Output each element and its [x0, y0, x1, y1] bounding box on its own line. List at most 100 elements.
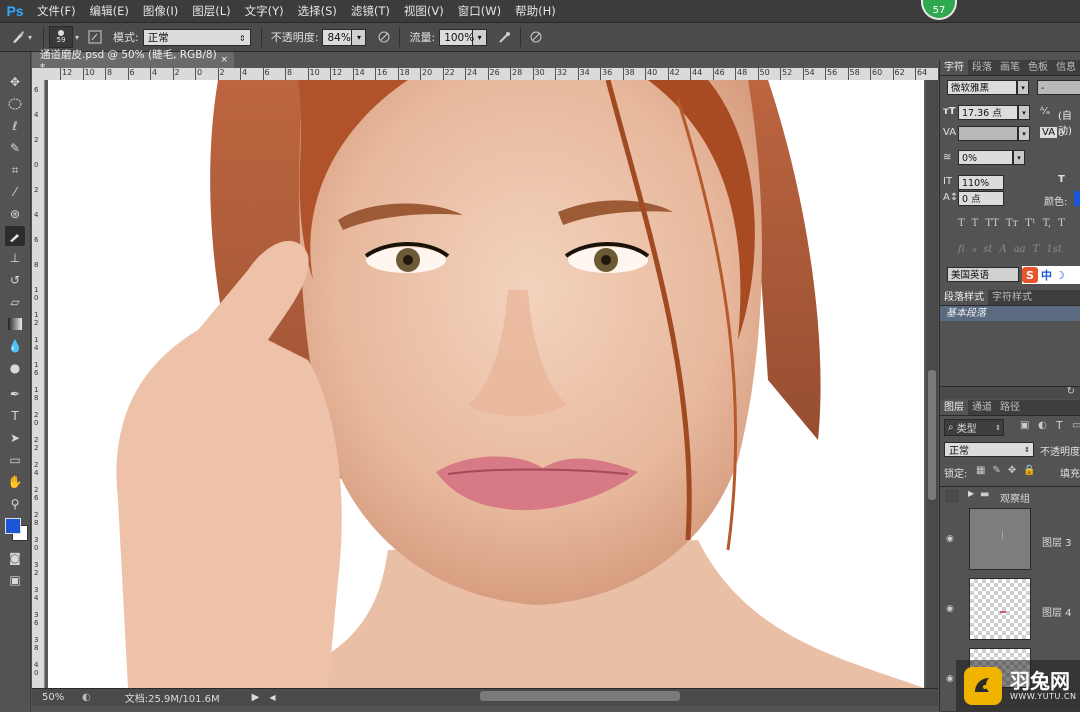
status-arrow-icon[interactable]: ▶: [252, 692, 260, 703]
ime-toolbar[interactable]: S 中 ☽: [1022, 266, 1080, 284]
opentype-button[interactable]: st: [983, 244, 992, 255]
horizontal-scroll-thumb[interactable]: [480, 691, 680, 701]
menu-item[interactable]: 图像(I): [136, 0, 185, 22]
lock-transparency-icon[interactable]: ▦: [976, 465, 985, 476]
path-selection-tool-icon[interactable]: ➤: [5, 428, 25, 448]
type-style-button[interactable]: T¹: [1025, 218, 1036, 229]
screen-mode-icon[interactable]: ▣: [5, 570, 25, 590]
filter-pixel-icon[interactable]: ▣: [1020, 420, 1029, 431]
pressure-opacity-icon[interactable]: [374, 27, 394, 47]
panel-tab[interactable]: 字符: [940, 60, 968, 75]
scroll-left-icon[interactable]: ◀: [269, 693, 275, 702]
panel-tab[interactable]: 字符样式: [988, 290, 1036, 305]
menu-item[interactable]: 视图(V): [397, 0, 451, 22]
tsume-dropdown-icon[interactable]: ▾: [1013, 150, 1025, 165]
font-family-select[interactable]: 微软雅黑: [947, 80, 1017, 95]
panel-tab[interactable]: 通道: [968, 400, 996, 415]
eyedropper-tool-icon[interactable]: ⁄: [5, 182, 25, 202]
menu-item[interactable]: 图层(L): [185, 0, 237, 22]
crop-tool-icon[interactable]: ⌗: [5, 160, 25, 180]
quick-selection-tool-icon[interactable]: ✎: [5, 138, 25, 158]
type-style-button[interactable]: T: [1058, 218, 1065, 229]
pressure-size-icon[interactable]: [526, 27, 546, 47]
move-tool-icon[interactable]: ✥: [5, 72, 25, 92]
document-tab[interactable]: 通道磨皮.psd @ 50% (睫毛, RGB/8) * ×: [32, 49, 234, 74]
blur-tool-icon[interactable]: 💧: [5, 336, 25, 356]
layer-row[interactable]: ◉ 图层 3: [940, 504, 1080, 575]
type-style-button[interactable]: TT: [985, 218, 999, 229]
font-size-input[interactable]: 17.36 点: [958, 105, 1018, 120]
close-tab-button[interactable]: ×: [220, 55, 228, 65]
type-style-button[interactable]: T,: [1043, 218, 1051, 229]
opentype-button[interactable]: 1st: [1046, 244, 1062, 255]
type-style-button[interactable]: T: [958, 218, 965, 229]
visibility-toggle-off[interactable]: [946, 490, 958, 502]
blend-mode-select[interactable]: 正常 ⇕: [944, 442, 1034, 457]
menu-item[interactable]: 选择(S): [291, 0, 344, 22]
flow-slider-toggle-icon[interactable]: ▾: [473, 28, 488, 46]
clone-stamp-tool-icon[interactable]: ⊥: [5, 248, 25, 268]
opacity-input[interactable]: 84%: [322, 28, 353, 46]
eraser-tool-icon[interactable]: ▱: [5, 292, 25, 312]
kerning-dropdown-icon[interactable]: ▾: [1018, 126, 1030, 141]
kerning-input[interactable]: [958, 126, 1018, 141]
tool-preset-dropdown-icon[interactable]: ▾: [28, 33, 32, 42]
tracking-value[interactable]: 0: [1058, 128, 1064, 139]
font-family-dropdown-icon[interactable]: ▾: [1017, 80, 1029, 95]
opentype-button[interactable]: aa: [1014, 244, 1026, 255]
type-style-button[interactable]: Tт: [1006, 218, 1018, 229]
layer-row[interactable]: ◉ 图层 4: [940, 574, 1080, 645]
panel-tab[interactable]: 路径: [996, 400, 1024, 415]
panel-tab[interactable]: 图层: [940, 400, 968, 415]
lock-paint-icon[interactable]: ✎: [992, 465, 1000, 476]
opentype-button[interactable]: T: [1033, 244, 1040, 255]
opacity-control[interactable]: 84% ▾: [322, 28, 367, 46]
hand-tool-icon[interactable]: ✋: [5, 472, 25, 492]
layer-row-group[interactable]: ▶ ▬ 观察组: [940, 486, 1080, 506]
lock-all-icon[interactable]: 🔒: [1023, 465, 1035, 476]
type-style-button[interactable]: T: [972, 218, 979, 229]
lock-position-icon[interactable]: ✥: [1008, 465, 1016, 476]
flow-control[interactable]: 100% ▾: [439, 28, 488, 46]
zoom-level[interactable]: 50%: [42, 692, 76, 703]
panel-tab[interactable]: 信息: [1052, 60, 1080, 75]
eye-icon[interactable]: ◉: [946, 534, 958, 544]
lasso-tool-icon[interactable]: ℓ: [5, 116, 25, 136]
opacity-slider-toggle-icon[interactable]: ▾: [352, 28, 367, 46]
panel-tab[interactable]: 画笔: [996, 60, 1024, 75]
expand-arrow-icon[interactable]: ▶: [968, 489, 974, 498]
text-color-swatch[interactable]: [1074, 191, 1080, 206]
tsume-input[interactable]: 0%: [958, 150, 1013, 165]
brush-preset-picker[interactable]: 59 ▾: [49, 26, 79, 48]
baseline-shift-input[interactable]: 0 点: [958, 191, 1004, 206]
opentype-button[interactable]: ℴ: [972, 244, 977, 255]
menu-item[interactable]: 滤镜(T): [344, 0, 397, 22]
filter-adjustment-icon[interactable]: ◐: [1038, 420, 1047, 431]
brush-tool-icon[interactable]: [8, 27, 28, 47]
reset-icon[interactable]: ↻: [1067, 386, 1075, 397]
zoom-tool-icon[interactable]: ⚲: [5, 494, 25, 514]
marquee-tool-icon[interactable]: [5, 94, 25, 114]
menu-item[interactable]: 窗口(W): [451, 0, 508, 22]
panel-tab[interactable]: 段落样式: [940, 290, 988, 305]
menu-item[interactable]: 文件(F): [30, 0, 83, 22]
status-menu-icon[interactable]: ◐: [82, 692, 91, 703]
canvas-area[interactable]: [45, 80, 938, 688]
vertical-scale-input[interactable]: 110%: [958, 175, 1004, 190]
menu-item[interactable]: 帮助(H): [508, 0, 563, 22]
layer-name[interactable]: 图层 4: [1042, 604, 1072, 619]
healing-brush-tool-icon[interactable]: ⊛: [5, 204, 25, 224]
vertical-scroll-thumb[interactable]: [928, 370, 936, 500]
quick-mask-icon[interactable]: ◙: [5, 548, 25, 568]
shape-tool-icon[interactable]: ▭: [5, 450, 25, 470]
mode-select[interactable]: 正常 ⇕: [142, 28, 251, 46]
gradient-tool-icon[interactable]: [5, 314, 25, 334]
type-tool-icon[interactable]: T: [5, 406, 25, 426]
airbrush-icon[interactable]: [495, 27, 515, 47]
panel-tab[interactable]: 段落: [968, 60, 996, 75]
pen-tool-icon[interactable]: ✒: [5, 384, 25, 404]
menu-item[interactable]: 编辑(E): [83, 0, 136, 22]
foreground-color-swatch[interactable]: [5, 518, 21, 534]
history-brush-tool-icon[interactable]: ↺: [5, 270, 25, 290]
flow-input[interactable]: 100%: [439, 28, 474, 46]
